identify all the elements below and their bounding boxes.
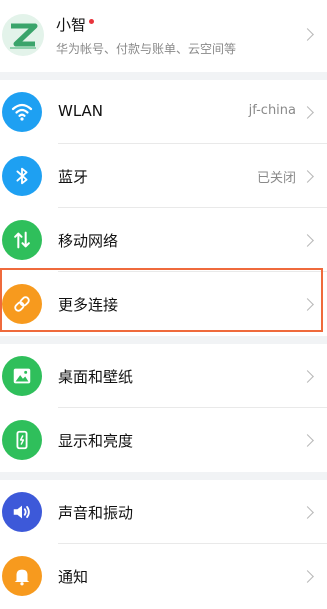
bluetooth-icon: [2, 156, 42, 196]
mobile-data-icon: [2, 220, 42, 260]
settings-item-mobile-network[interactable]: 移动网络: [0, 208, 327, 272]
settings-item-label: 蓝牙: [58, 168, 89, 186]
settings-item-more-connections[interactable]: 更多连接: [0, 272, 327, 336]
huawei-account-avatar-icon: [2, 14, 44, 56]
account-name: 小智: [56, 16, 87, 34]
chevron-right-icon: [301, 170, 314, 183]
display-icon: [2, 420, 42, 460]
link-icon: [2, 284, 42, 324]
account-row[interactable]: 小智 华为帐号、付款与账单、云空间等: [0, 0, 327, 72]
chevron-right-icon: [301, 106, 314, 119]
settings-item-label: 声音和振动: [58, 504, 134, 522]
chevron-right-icon: [301, 298, 314, 311]
settings-item-label: 通知: [58, 568, 89, 586]
settings-item-display-brightness[interactable]: 显示和亮度: [0, 408, 327, 472]
bluetooth-status-value: 已关闭: [256, 171, 296, 186]
chevron-right-icon: [301, 570, 314, 583]
wifi-icon: [2, 92, 42, 132]
wallpaper-icon: [2, 356, 42, 396]
settings-item-label: 显示和亮度: [58, 432, 134, 450]
chevron-right-icon: [301, 234, 314, 247]
connectivity-group: WLAN jf-china 蓝牙 已关闭 移动网络 更多连接: [0, 80, 327, 336]
display-group: 桌面和壁纸 显示和亮度: [0, 344, 327, 472]
chevron-right-icon: [301, 28, 314, 41]
settings-item-wallpaper[interactable]: 桌面和壁纸: [0, 344, 327, 408]
settings-item-notifications[interactable]: 通知: [0, 544, 327, 608]
sound-icon: [2, 492, 42, 532]
chevron-right-icon: [301, 506, 314, 519]
settings-item-label: WLAN: [58, 102, 104, 120]
wlan-network-value: jf-china: [248, 103, 296, 118]
account-subtitle: 华为帐号、付款与账单、云空间等: [56, 42, 237, 56]
settings-item-sound-vibration[interactable]: 声音和振动: [0, 480, 327, 544]
notification-dot: [89, 19, 95, 24]
settings-item-label: 桌面和壁纸: [58, 368, 134, 386]
bell-icon: [2, 556, 42, 596]
settings-item-wlan[interactable]: WLAN jf-china: [0, 80, 327, 144]
chevron-right-icon: [301, 434, 314, 447]
account-name-wrap: 小智: [56, 14, 95, 35]
settings-item-label: 更多连接: [58, 296, 119, 314]
settings-item-bluetooth[interactable]: 蓝牙 已关闭: [0, 144, 327, 208]
chevron-right-icon: [301, 370, 314, 383]
sound-notify-group: 声音和振动 通知: [0, 480, 327, 609]
settings-item-label: 移动网络: [58, 232, 119, 250]
